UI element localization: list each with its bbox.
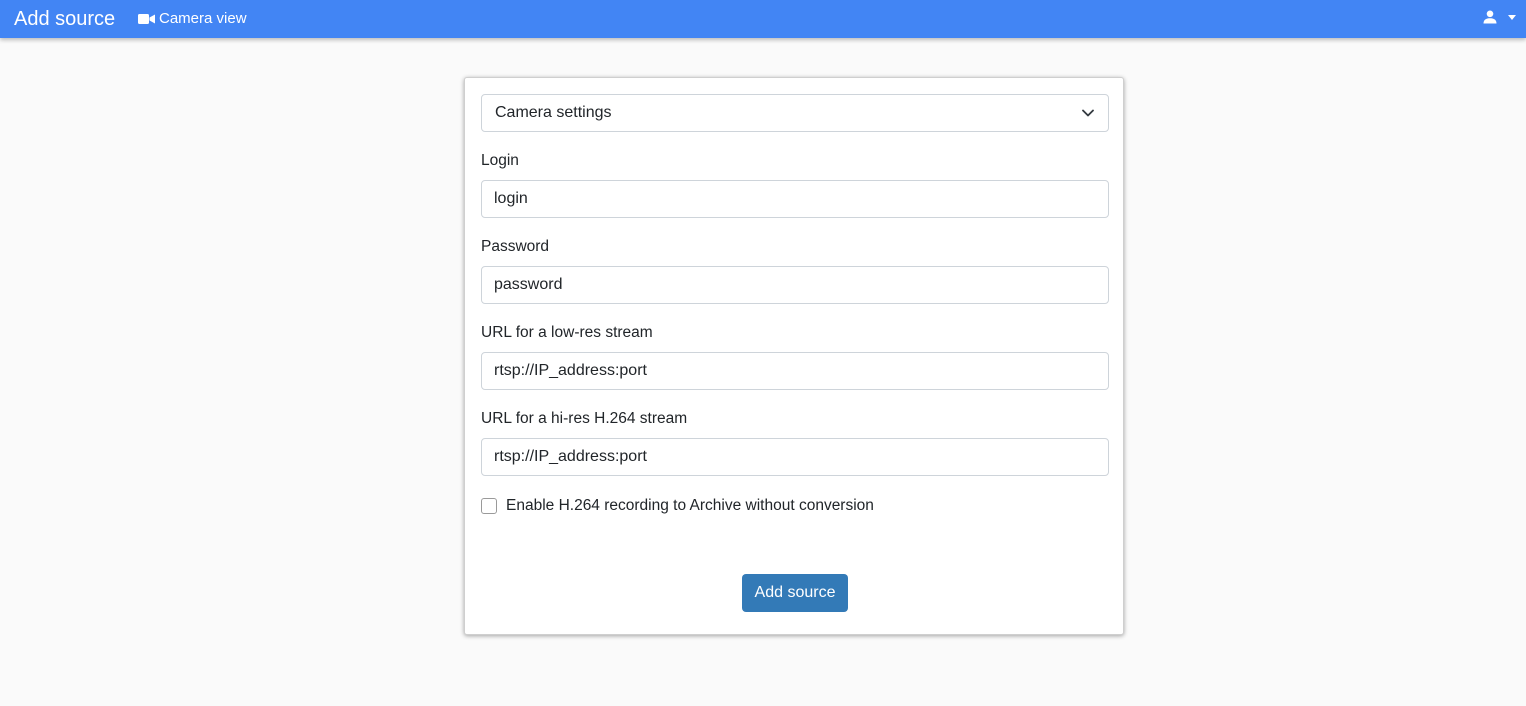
- login-label: Login: [481, 152, 519, 169]
- camera-view-label: Camera view: [159, 10, 247, 27]
- h264-recording-option: Enable H.264 recording to Archive withou…: [481, 496, 874, 516]
- settings-type-select[interactable]: Camera settings: [481, 94, 1109, 132]
- top-navbar: Add source Camera view: [0, 0, 1526, 38]
- user-icon: [1483, 10, 1497, 24]
- settings-type-selected: Camera settings: [495, 104, 612, 121]
- password-input[interactable]: [481, 266, 1109, 304]
- add-source-form-card: Camera settings Login Password URL for a…: [464, 77, 1124, 635]
- add-source-button[interactable]: Add source: [742, 574, 848, 612]
- hires-url-input[interactable]: [481, 438, 1109, 476]
- user-menu[interactable]: [1483, 10, 1516, 24]
- camera-view-link[interactable]: Camera view: [138, 9, 247, 29]
- video-camera-icon: [138, 14, 155, 24]
- chevron-down-icon: [1082, 109, 1094, 117]
- lowres-url-input[interactable]: [481, 352, 1109, 390]
- login-input[interactable]: [481, 180, 1109, 218]
- hires-url-label: URL for a hi-res H.264 stream: [481, 410, 688, 427]
- h264-recording-label: Enable H.264 recording to Archive withou…: [506, 497, 874, 514]
- lowres-url-label: URL for a low-res stream: [481, 324, 653, 341]
- password-label: Password: [481, 238, 550, 255]
- page-title: Add source: [14, 8, 116, 30]
- h264-recording-checkbox[interactable]: [481, 498, 497, 514]
- caret-down-icon: [1508, 14, 1516, 20]
